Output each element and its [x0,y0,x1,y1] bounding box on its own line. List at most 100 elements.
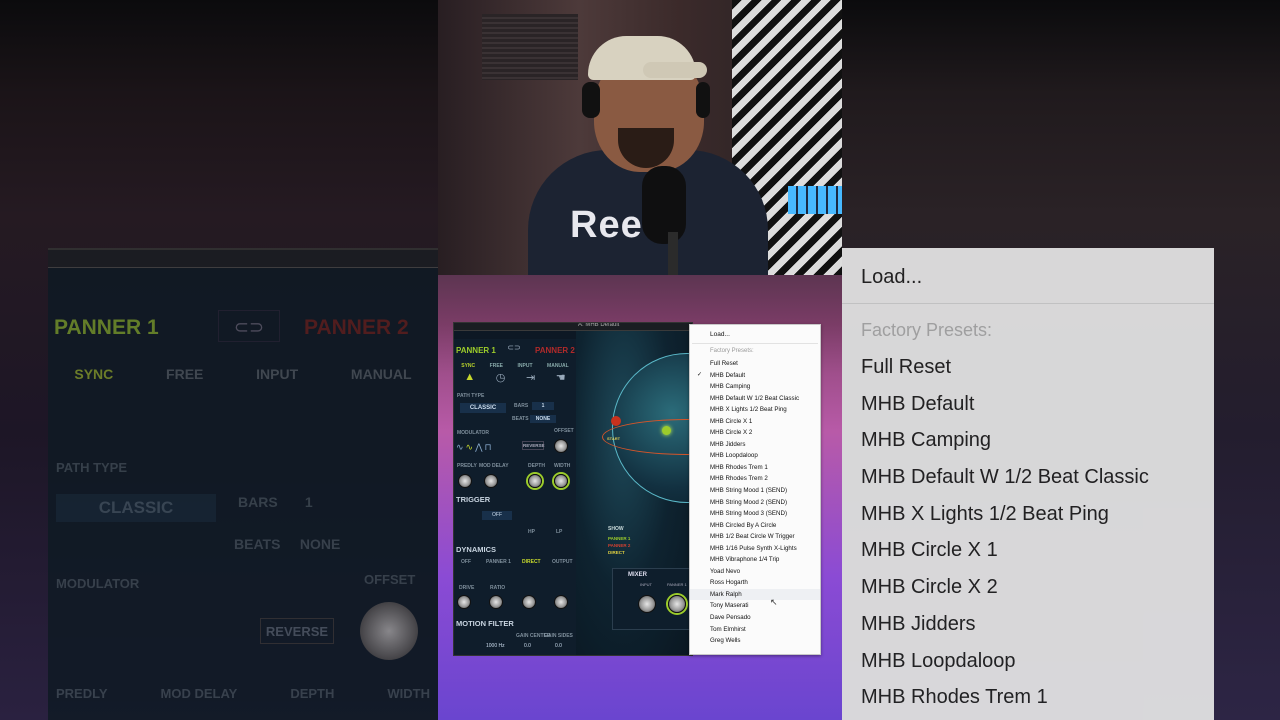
gain-center-value[interactable]: 0.0 [524,643,531,649]
tab-panner-1[interactable]: PANNER 1 [456,346,496,355]
path-type-dropdown[interactable]: CLASSIC [460,403,506,413]
zoomed-panner1-tab: PANNER 1 [54,316,159,339]
gain-sides-value[interactable]: 0.0 [555,643,562,649]
dyn-direct-label: DIRECT [522,559,541,565]
drive-knob[interactable] [457,595,471,609]
preset-menu-item[interactable]: Greg Wells [690,635,820,647]
preset-menu-item[interactable]: MHB String Mood 2 (SEND) [690,497,820,509]
zoomed-bars-label-text: BARS [238,494,278,510]
zoomed-offset-knob [360,602,418,660]
zoomed-preset-item: MHB Circle X 2 [861,576,998,599]
dyn-panner1-label: PANNER 1 [486,559,511,565]
preset-name-display[interactable]: A: MHB Default [578,323,619,328]
preset-menu-item[interactable]: MHB Camping [690,381,820,393]
preset-menu-item-label: MHB Rhodes Trem 2 [710,475,768,483]
preset-menu-item[interactable]: Dave Pensado [690,612,820,624]
preset-menu-item[interactable]: ✓ MHB Default [690,370,820,382]
preset-menu-item[interactable]: MHB String Mood 1 (SEND) [690,485,820,497]
ratio-label: RATIO [490,585,506,591]
zoomed-preset-item: MHB Camping [861,429,992,452]
preset-menu-item[interactable]: MHB Default W 1/2 Beat Classic [690,393,820,405]
preset-context-menu: Load... Factory Presets: Full Reset ✓ MHB … [689,324,821,655]
mouse-cursor-icon: ↖ [770,597,778,607]
presenter-cap-brim [643,62,707,78]
zoomed-path-type-label: PATH TYPE [56,460,128,475]
preset-menu-item[interactable]: MHB Loopdaloop [690,450,820,462]
preset-menu-item[interactable]: Yoad Nevo [690,566,820,578]
motion-filter-frequency[interactable]: 1000 Hz [486,643,505,649]
menu-separator [692,343,818,344]
zoomed-preset-item: MHB Circle X 1 [861,539,998,562]
zoomed-depth-label: DEPTH [290,686,335,701]
preset-menu-item[interactable]: Ross Hogarth [690,577,820,589]
factory-presets-header: Factory Presets: [710,348,754,354]
hp-knob[interactable] [522,595,536,609]
mode-manual-label: MANUAL [547,363,569,369]
trigger-section-title: TRIGGER [456,495,491,504]
beats-label: BEATS [512,416,529,422]
modulator-label: MODULATOR [457,430,490,436]
mixer-input-knob[interactable] [638,595,656,613]
motion-filter-section-title: MOTION FILTER [456,619,514,628]
preset-menu-item[interactable]: MHB Rhodes Trem 1 [690,462,820,474]
start-marker[interactable] [611,416,621,426]
show-direct-toggle[interactable]: DIRECT [608,550,625,555]
preset-menu-item[interactable]: MHB X Lights 1/2 Beat Ping [690,404,820,416]
zoomed-load-item: Load... [861,266,923,288]
sine-wave-icon[interactable]: ∿ [456,442,466,452]
preset-menu-item[interactable]: MHB 1/16 Pulse Synth X-Lights [690,543,820,555]
triangle-wave-icon[interactable]: ∿ [466,442,476,452]
zoomed-link-icon: ⊂⊃ [218,310,280,342]
show-panner1-toggle[interactable]: PANNER 1 [608,536,630,541]
preset-menu-item[interactable]: MHB String Mood 3 (SEND) [690,508,820,520]
zoomed-modulator-label: MODULATOR [56,576,140,591]
mode-buttons: ▲ ◷ ⇥ ☚ [454,371,576,384]
zoomed-preset-menu: Load... Factory Presets: Full Reset MHB D… [842,248,1214,720]
panner-position-dot[interactable] [662,426,671,435]
tab-panner-2[interactable]: PANNER 2 [535,346,575,355]
preset-menu-item-label: MHB Default [710,371,746,379]
reverse-button[interactable]: REVERSE [522,441,545,450]
beats-dropdown[interactable]: NONE [530,415,556,423]
preset-menu-item[interactable]: Tom Elmhirst [690,624,820,636]
waveform-selector[interactable]: ∿∿⋀⊓ [456,442,494,453]
preset-menu-item[interactable]: MHB Rhodes Trem 2 [690,473,820,485]
width-knob[interactable] [554,474,568,488]
bars-dropdown[interactable]: 1 [532,402,554,410]
input-icon[interactable]: ⇥ [526,371,535,384]
preset-menu-item[interactable]: Mark Ralph [690,588,820,601]
mixer-panner1-knob[interactable] [668,595,686,613]
lp-knob[interactable] [554,595,568,609]
preset-menu-item[interactable]: MHB Vibraphone 1/4 Trip [690,554,820,566]
preset-menu-item[interactable]: MHB Circled By A Circle [690,520,820,532]
menu-item-load[interactable]: Load... [710,331,730,338]
preset-menu-item-label: Ross Hogarth [710,579,748,587]
shirt-logo-text: Ree [570,204,643,246]
offset-knob[interactable] [554,439,568,453]
metronome-icon[interactable]: ▲ [464,371,475,384]
zoomed-bottom-labels: PREDLY MOD DELAY DEPTH WIDTH [56,686,430,701]
preset-menu-item[interactable]: MHB Jidders [690,439,820,451]
preset-menu-item-label: MHB Camping [710,383,751,391]
trigger-dropdown[interactable]: OFF [482,511,512,520]
hand-icon[interactable]: ☚ [556,371,566,384]
preset-menu-item[interactable]: Tony Maserati [690,600,820,612]
ratio-knob[interactable] [489,595,503,609]
zoomed-predly-label: PREDLY [56,686,108,701]
preset-menu-item[interactable]: MHB Circle X 2 [690,427,820,439]
mod-delay-knob[interactable] [484,474,498,488]
predly-knob[interactable] [458,474,472,488]
depth-knob[interactable] [528,474,542,488]
zoomed-panner2-tab: PANNER 2 [304,316,409,339]
clock-icon[interactable]: ◷ [496,371,506,384]
preset-menu-item[interactable]: MHB 1/2 Beat Circle W Trigger [690,531,820,543]
show-panner2-toggle[interactable]: PANNER 2 [608,543,630,548]
preset-menu-item-label: Mark Ralph [710,590,742,598]
square-wave-icon[interactable]: ⊓ [484,442,493,452]
zoomed-preset-item: MHB Loopdaloop [861,649,1016,672]
zoomed-beats-label: BEATS NONE [234,536,340,552]
preset-menu-item-label: MHB Circle X 2 [710,429,753,437]
preset-menu-item[interactable]: MHB Circle X 1 [690,416,820,428]
preset-menu-item[interactable]: Full Reset [690,358,820,370]
link-icon[interactable]: ⊂⊃ [505,343,523,355]
